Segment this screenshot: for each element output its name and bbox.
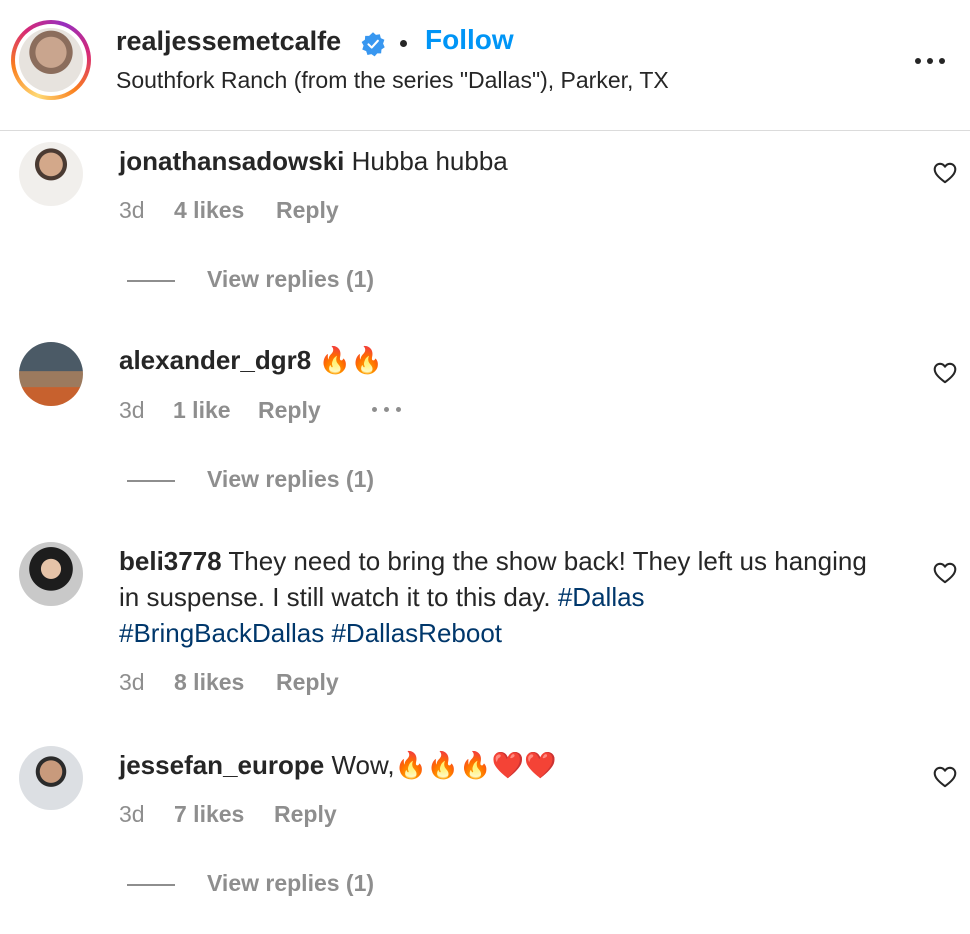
comment-username[interactable]: alexander_dgr8: [119, 345, 311, 375]
comment-text: jessefan_europe Wow,🔥🔥🔥❤️❤️: [119, 747, 879, 783]
heart-icon[interactable]: [932, 764, 958, 790]
comment-text: beli3778 They need to bring the show bac…: [119, 543, 879, 651]
comment-username[interactable]: jessefan_europe: [119, 750, 324, 780]
heart-icon[interactable]: [932, 160, 958, 186]
comment-more-icon[interactable]: [370, 405, 404, 415]
replies-divider: [127, 280, 175, 282]
separator-dot: [400, 40, 407, 47]
verified-badge-icon: [361, 32, 385, 57]
comment-time[interactable]: 3d: [119, 669, 145, 696]
post-header: realjessemetcalfe Follow Southfork Ranch…: [0, 0, 970, 131]
post-username[interactable]: realjessemetcalfe: [116, 26, 341, 57]
heart-icon[interactable]: [932, 360, 958, 386]
hashtag-link[interactable]: #Dallas: [558, 582, 645, 612]
comment-body: Hubba hubba: [351, 146, 508, 176]
comment-text: jonathansadowski Hubba hubba: [119, 143, 879, 179]
comment-body: Wow,🔥🔥🔥❤️❤️: [331, 750, 557, 780]
avatar[interactable]: [19, 746, 83, 810]
replies-divider: [127, 884, 175, 886]
comment-time[interactable]: 3d: [119, 397, 145, 424]
view-replies-button[interactable]: View replies (1): [207, 266, 374, 293]
story-ring[interactable]: [11, 20, 91, 100]
reply-button[interactable]: Reply: [276, 669, 339, 696]
more-options-icon[interactable]: [910, 48, 950, 72]
comment-likes[interactable]: 8 likes: [174, 669, 244, 696]
reply-button[interactable]: Reply: [274, 801, 337, 828]
comment-username[interactable]: jonathansadowski: [119, 146, 344, 176]
comment-username[interactable]: beli3778: [119, 546, 222, 576]
hashtag-link[interactable]: #DallasReboot: [331, 618, 502, 648]
reply-button[interactable]: Reply: [258, 397, 321, 424]
comment-likes[interactable]: 1 like: [173, 397, 231, 424]
comment-body: They need to bring the show back! They l…: [119, 546, 867, 612]
comment-body: 🔥🔥: [318, 345, 384, 375]
replies-divider: [127, 480, 175, 482]
comment-time[interactable]: 3d: [119, 801, 145, 828]
comment-time[interactable]: 3d: [119, 197, 145, 224]
comment-likes[interactable]: 4 likes: [174, 197, 244, 224]
view-replies-button[interactable]: View replies (1): [207, 466, 374, 493]
heart-icon[interactable]: [932, 560, 958, 586]
avatar[interactable]: [19, 342, 83, 406]
avatar[interactable]: [19, 542, 83, 606]
follow-button[interactable]: Follow: [425, 24, 514, 56]
avatar[interactable]: [19, 28, 83, 92]
comment-likes[interactable]: 7 likes: [174, 801, 244, 828]
avatar[interactable]: [19, 142, 83, 206]
view-replies-button[interactable]: View replies (1): [207, 870, 374, 897]
story-ring-inner: [15, 24, 87, 96]
reply-button[interactable]: Reply: [276, 197, 339, 224]
comment-text: alexander_dgr8 🔥🔥: [119, 342, 879, 378]
post-location[interactable]: Southfork Ranch (from the series "Dallas…: [116, 67, 669, 94]
hashtag-link[interactable]: #BringBackDallas: [119, 618, 324, 648]
